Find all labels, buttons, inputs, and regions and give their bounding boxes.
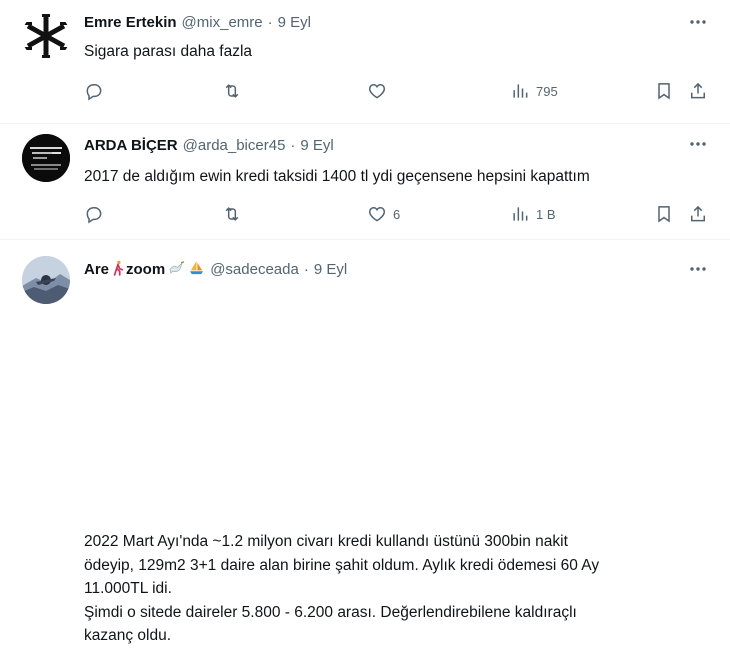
view-count: 795 xyxy=(536,83,558,99)
dove-icon xyxy=(168,260,185,278)
tweet[interactable]: ARDA BİÇER @arda_bicer45 · 9 Eyl 2017 de… xyxy=(0,124,730,240)
views-chart-icon xyxy=(513,207,528,221)
tweet-actions: 795 xyxy=(84,80,710,102)
tweet-text: 2017 de aldığım ewin kredi taksidi 1400 … xyxy=(84,165,704,188)
tweet-text-line: 11.000TL idi. xyxy=(84,580,172,597)
tweet[interactable]: Are zoom @sadeceada · 9 Eyl 2022 Mart Ay… xyxy=(0,240,730,644)
like-button[interactable]: 6 xyxy=(367,203,400,225)
share-button[interactable] xyxy=(688,80,708,102)
share-button[interactable] xyxy=(688,203,708,225)
sailboat-icon xyxy=(188,260,205,278)
asterisk-logo-icon xyxy=(24,14,68,58)
author-name[interactable]: Emre Ertekin xyxy=(84,14,177,31)
bookmark-icon xyxy=(658,83,670,100)
author-handle[interactable]: @sadeceada xyxy=(210,261,299,278)
like-count: 6 xyxy=(393,206,401,222)
more-icon[interactable] xyxy=(688,259,708,279)
tweet-text: Sigara parası daha fazla xyxy=(84,40,704,63)
author-name[interactable]: ARDA BİÇER xyxy=(84,137,178,154)
reply-button[interactable] xyxy=(84,203,104,225)
views-button[interactable]: 795 xyxy=(510,80,558,102)
separator-dot: · xyxy=(303,260,309,278)
retweet-icon xyxy=(225,84,239,98)
view-count: 1 B xyxy=(536,206,556,222)
tweet-header: Are zoom @sadeceada · 9 Eyl xyxy=(84,259,347,279)
share-icon xyxy=(691,82,705,99)
views-chart-icon xyxy=(513,84,528,98)
tweet-text: 2022 Mart Ayı'nda ~1.2 milyon civarı kre… xyxy=(84,530,704,648)
heart-icon xyxy=(368,83,386,99)
avatar-image xyxy=(22,134,70,182)
retweet-button[interactable] xyxy=(222,80,242,102)
more-icon[interactable] xyxy=(688,12,708,32)
avatar[interactable] xyxy=(22,12,70,60)
avatar[interactable] xyxy=(22,134,70,182)
bookmark-icon xyxy=(658,206,670,223)
reply-icon xyxy=(86,84,102,101)
timestamp[interactable]: 9 Eyl xyxy=(278,14,311,31)
tweet-text-line: Şimdi o sitede daireler 5.800 - 6.200 ar… xyxy=(84,603,577,621)
timestamp[interactable]: 9 Eyl xyxy=(314,261,347,278)
bookmark-button[interactable] xyxy=(654,80,674,102)
tweet[interactable]: Emre Ertekin @mix_emre · 9 Eyl Sigara pa… xyxy=(0,0,730,124)
retweet-icon xyxy=(225,207,239,221)
reply-button[interactable] xyxy=(84,80,104,102)
heart-icon xyxy=(368,206,386,222)
author-name[interactable]: Are xyxy=(84,261,109,278)
tweet-text-line: ödeyip, 129m2 3+1 daire alan birine şahi… xyxy=(84,556,600,574)
timestamp[interactable]: 9 Eyl xyxy=(300,137,333,154)
like-button[interactable] xyxy=(367,80,393,102)
views-button[interactable]: 1 B xyxy=(510,203,556,225)
bookmark-button[interactable] xyxy=(654,203,674,225)
tweet-text-line: Sigara parası daha fazla xyxy=(84,43,253,60)
tweet-header: Emre Ertekin @mix_emre · 9 Eyl xyxy=(84,12,311,32)
tweet-text-line: kazanç oldu. xyxy=(84,627,172,644)
retweet-button[interactable] xyxy=(222,203,242,225)
separator-dot: · xyxy=(290,136,296,154)
reply-icon xyxy=(86,207,102,224)
author-handle[interactable]: @arda_bicer45 xyxy=(183,137,286,154)
more-icon[interactable] xyxy=(688,134,708,154)
author-name-suffix[interactable]: zoom xyxy=(126,261,165,278)
person-walking-icon xyxy=(112,260,124,279)
tweet-text-line: 2022 Mart Ayı'nda ~1.2 milyon civarı kre… xyxy=(84,533,568,550)
share-icon xyxy=(691,205,705,222)
separator-dot: · xyxy=(267,13,273,31)
tweet-header: ARDA BİÇER @arda_bicer45 · 9 Eyl xyxy=(84,135,334,155)
avatar[interactable] xyxy=(22,256,70,304)
avatar-image xyxy=(22,256,70,304)
tweet-text-line: 2017 de aldığım ewin kredi taksidi 1400 … xyxy=(84,168,590,185)
tweet-actions: 6 1 B xyxy=(84,203,710,225)
author-handle[interactable]: @mix_emre xyxy=(182,14,263,31)
